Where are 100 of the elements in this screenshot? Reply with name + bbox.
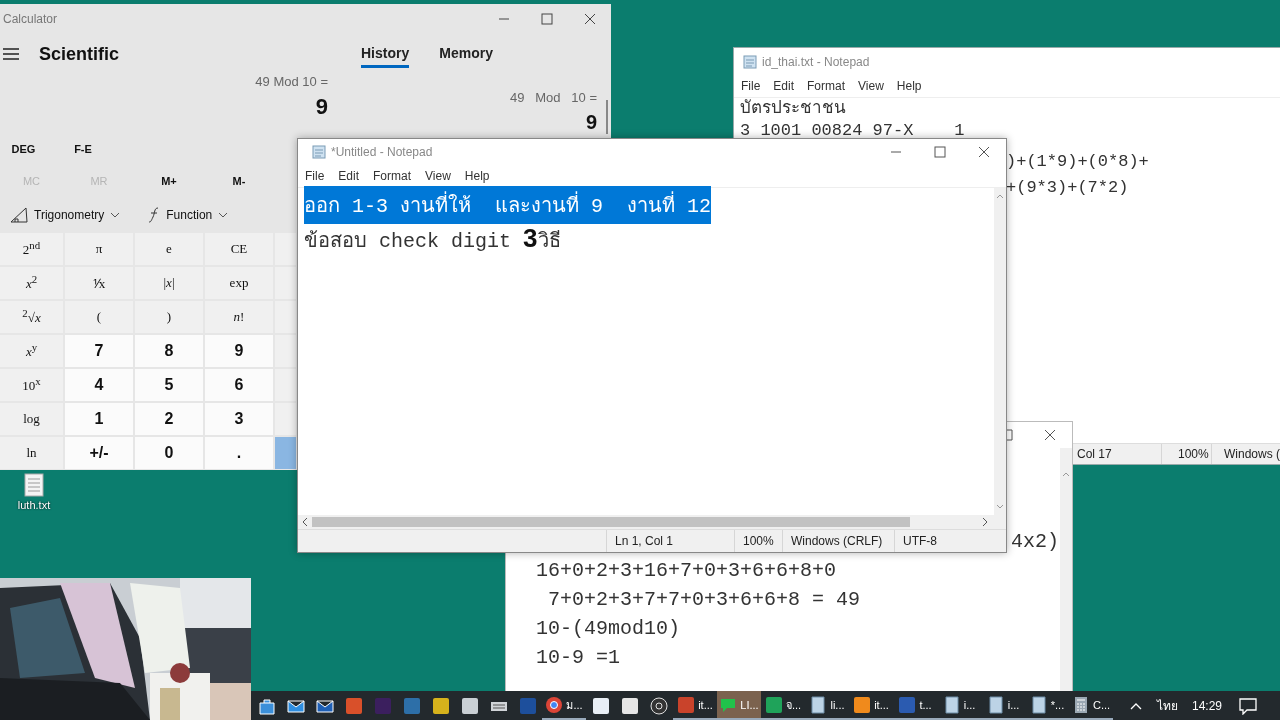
notepad-icon bbox=[312, 145, 326, 159]
taskbar-button[interactable]: i... bbox=[981, 691, 1025, 720]
calculator-key[interactable] bbox=[275, 369, 296, 401]
scrollbar[interactable] bbox=[298, 515, 1006, 529]
equals-key[interactable] bbox=[275, 437, 296, 469]
calculator-key[interactable]: π bbox=[65, 233, 133, 265]
calculator-key[interactable]: 1 bbox=[65, 403, 133, 435]
calculator-key[interactable]: 2$^{nd}$ bbox=[0, 233, 63, 265]
taskbar-button[interactable]: li... bbox=[805, 691, 849, 720]
memory-button[interactable]: M- bbox=[205, 163, 273, 199]
app-icon bbox=[344, 696, 363, 715]
calculator-key[interactable]: exp bbox=[205, 267, 273, 299]
file-name[interactable]: luth.txt bbox=[17, 499, 51, 511]
tab[interactable]: Memory bbox=[439, 40, 493, 68]
text-line: 10-9 =1 bbox=[536, 646, 620, 669]
taskbar-button[interactable]: *... bbox=[1025, 691, 1069, 720]
calculator-key[interactable]: x$^{2}$ bbox=[0, 267, 63, 299]
calculator-key[interactable] bbox=[275, 233, 296, 265]
menu-item[interactable]: File bbox=[741, 79, 761, 93]
toggle-button[interactable]: F-E bbox=[49, 135, 117, 163]
menu-item[interactable]: File bbox=[305, 169, 325, 183]
taskbar-button[interactable]: i... bbox=[937, 691, 981, 720]
taskbar-button[interactable]: จ... bbox=[761, 691, 805, 720]
calculator-key[interactable]: +/- bbox=[65, 437, 133, 469]
document-icon bbox=[986, 695, 1005, 714]
menu-item[interactable]: Help bbox=[896, 79, 922, 93]
calculator-key[interactable]: |x| bbox=[135, 267, 203, 299]
calculator-key[interactable]: n! bbox=[205, 301, 273, 333]
taskbar-button[interactable]: it... bbox=[849, 691, 893, 720]
calculator-key[interactable]: x$^{y}$ bbox=[0, 335, 63, 367]
result: 9 bbox=[315, 94, 328, 120]
dropdown[interactable]: Function bbox=[142, 206, 235, 224]
calculator-key[interactable]: $^{2}$√x bbox=[0, 301, 63, 333]
calculator-key[interactable]: 0 bbox=[135, 437, 203, 469]
calculator-key[interactable]: . bbox=[205, 437, 273, 469]
calculator-key[interactable]: ) bbox=[135, 301, 203, 333]
notification-icon[interactable] bbox=[1238, 696, 1258, 715]
calculator-key[interactable]: 9 bbox=[205, 335, 273, 367]
menu-item[interactable]: Format bbox=[807, 79, 846, 93]
calculator-key[interactable]: 2 bbox=[135, 403, 203, 435]
calculator-key[interactable]: ln bbox=[0, 437, 63, 469]
calculator-key[interactable]: 3 bbox=[205, 403, 273, 435]
window-title: Calculator bbox=[2, 12, 59, 26]
menu-item[interactable]: View bbox=[858, 79, 884, 93]
memory-button[interactable]: M+ bbox=[135, 163, 203, 199]
taskbar-button[interactable]: LI... bbox=[717, 691, 761, 720]
toggle-button[interactable]: DEG bbox=[0, 135, 47, 163]
app-icon bbox=[677, 695, 696, 714]
document-icon bbox=[809, 695, 828, 714]
calculator-key[interactable]: 8 bbox=[135, 335, 203, 367]
shopping-bag-icon bbox=[257, 696, 276, 715]
calculator-key[interactable] bbox=[275, 335, 296, 367]
app-icon bbox=[853, 695, 872, 714]
tab[interactable]: History bbox=[361, 40, 410, 68]
browser-icon bbox=[545, 695, 564, 714]
calculator-key[interactable]: 6 bbox=[205, 369, 273, 401]
scrollbar[interactable] bbox=[994, 188, 1006, 515]
calculator-key[interactable]: e bbox=[135, 233, 203, 265]
calculator-key[interactable] bbox=[275, 301, 296, 333]
calculator-key[interactable] bbox=[275, 267, 296, 299]
document-icon bbox=[1029, 695, 1048, 714]
menu-icon[interactable] bbox=[3, 48, 19, 60]
history-expression[interactable]: 49 Mod 10 = bbox=[509, 90, 597, 105]
expression: 49 Mod 10 = bbox=[255, 74, 328, 89]
status-text: Windows ( bbox=[1211, 444, 1280, 464]
menu-item[interactable]: Help bbox=[464, 169, 490, 183]
calculator-key[interactable]: 10$^{x}$ bbox=[0, 369, 63, 401]
scrollbar[interactable] bbox=[1060, 448, 1072, 691]
app-icon bbox=[764, 695, 783, 714]
status-text: Ln 1, Col 1 bbox=[606, 530, 734, 552]
window-title: *Untitled - Notepad bbox=[331, 145, 434, 159]
taskbar-button[interactable]: C... bbox=[1069, 691, 1113, 720]
menu-item[interactable]: Edit bbox=[338, 169, 360, 183]
menu-item[interactable]: Format bbox=[373, 169, 412, 183]
taskbar-button[interactable]: t... bbox=[893, 691, 937, 720]
text-file-icon[interactable] bbox=[24, 473, 44, 497]
calculator-key[interactable]: ⅟x bbox=[65, 267, 133, 299]
clock[interactable]: 14:29 bbox=[1191, 698, 1222, 713]
calculator-key[interactable]: ( bbox=[65, 301, 133, 333]
calculator-key[interactable]: 4 bbox=[65, 369, 133, 401]
calculator-key[interactable]: 7 bbox=[65, 335, 133, 367]
text-line: )+(1*9)+(0*8)+ bbox=[1006, 153, 1149, 170]
app-icon bbox=[898, 695, 917, 714]
app-icon bbox=[460, 696, 479, 715]
history-result[interactable]: 9 bbox=[585, 111, 597, 134]
status-text: 100% bbox=[1161, 444, 1211, 464]
menu-item[interactable]: Edit bbox=[773, 79, 795, 93]
scrollbar[interactable] bbox=[606, 100, 608, 134]
app-icon bbox=[402, 696, 421, 715]
dropdown[interactable]: Trigonometry bbox=[4, 206, 127, 224]
text-line: 10-(49mod10) bbox=[536, 617, 681, 640]
language-indicator[interactable]: ไทย bbox=[1156, 696, 1178, 715]
calculator-key[interactable]: 5 bbox=[135, 369, 203, 401]
calculator-key[interactable]: log bbox=[0, 403, 63, 435]
status-text: Windows (CRLF) bbox=[782, 530, 894, 552]
menu-item[interactable]: View bbox=[425, 169, 451, 183]
text-line: 3 1001 00824 97-X 1 bbox=[740, 122, 965, 139]
calculator-key[interactable]: CE bbox=[205, 233, 273, 265]
taskbar-button[interactable]: ม... bbox=[542, 691, 586, 720]
calculator-key[interactable] bbox=[275, 403, 296, 435]
